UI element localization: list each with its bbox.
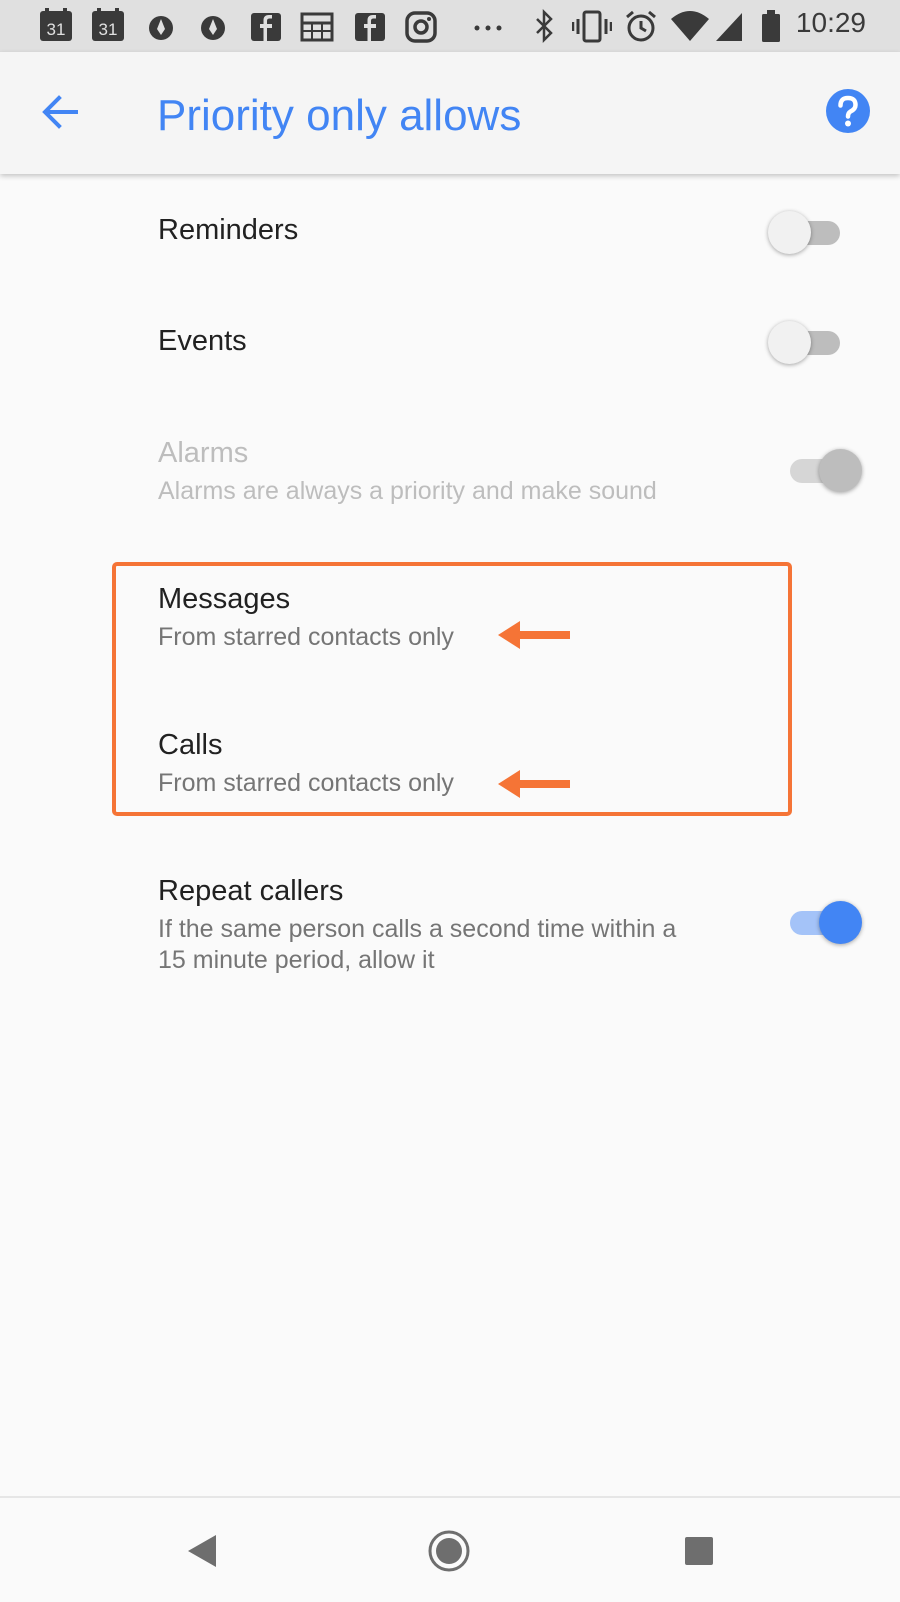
back-arrow-icon[interactable] [32, 82, 92, 142]
pref-reminders[interactable]: Reminders [158, 214, 298, 247]
help-icon[interactable] [824, 87, 872, 135]
alarms-switch [782, 444, 862, 494]
pref-alarms-summary: Alarms are always a priority and make so… [158, 477, 657, 505]
instagram-icon [405, 11, 437, 43]
nav-recents-icon[interactable] [676, 1528, 722, 1574]
facebook-icon [355, 13, 385, 41]
status-bar: 31 31 10:29 [0, 0, 900, 52]
pref-messages[interactable]: Messages From starred contacts only [158, 583, 454, 653]
pref-calls-title: Calls [158, 729, 223, 761]
page-title: Priority only allows [157, 91, 522, 140]
pref-events-title: Events [158, 325, 247, 357]
switch-thumb [819, 901, 862, 944]
pref-calls[interactable]: Calls From starred contacts only [158, 729, 454, 799]
calendar-day-text: 31 [99, 20, 118, 39]
vibrate-icon [572, 10, 612, 43]
sheets-icon [300, 12, 334, 42]
arrow-left-icon [498, 621, 570, 649]
pref-repeat-callers-title: Repeat callers [158, 875, 344, 907]
pref-messages-summary: From starred contacts only [158, 623, 454, 651]
events-switch[interactable] [768, 316, 848, 366]
navigation-bar [0, 1496, 900, 1602]
wifi-icon [671, 11, 709, 41]
switch-thumb [768, 211, 811, 254]
pref-alarms: Alarms Alarms are always a priority and … [158, 437, 657, 507]
nav-back-icon[interactable] [180, 1528, 226, 1574]
pref-events[interactable]: Events [158, 325, 247, 358]
calendar-day-text: 31 [47, 20, 66, 39]
more-icon [474, 25, 502, 31]
calendar-icon: 31 [40, 8, 72, 41]
switch-thumb [819, 449, 862, 492]
pref-repeat-callers[interactable]: Repeat callers If the same person calls … [158, 875, 676, 976]
facebook-icon [251, 13, 281, 41]
signal-icon [716, 13, 742, 41]
calendar-icon: 31 [92, 8, 124, 41]
pref-reminders-title: Reminders [158, 214, 299, 246]
battery-icon [762, 10, 780, 42]
repeat-callers-switch[interactable] [782, 896, 862, 946]
summary-line: If the same person calls a second time w… [158, 915, 677, 943]
arrow-left-icon [498, 770, 570, 798]
app-icon [201, 16, 225, 40]
summary-line: 15 minute period, allow it [158, 946, 435, 974]
reminders-switch[interactable] [768, 206, 848, 256]
pref-calls-summary: From starred contacts only [158, 769, 454, 797]
alarm-icon [626, 10, 656, 42]
pref-repeat-callers-summary: If the same person calls a second time w… [158, 914, 676, 976]
nav-home-icon[interactable] [426, 1528, 472, 1574]
pref-messages-title: Messages [158, 583, 291, 615]
status-time: 10:29 [795, 7, 866, 38]
switch-thumb [768, 321, 811, 364]
pref-alarms-title: Alarms [158, 437, 249, 469]
app-icon [149, 16, 173, 40]
bluetooth-icon [536, 8, 553, 44]
app-bar: Priority only allows [0, 52, 900, 174]
